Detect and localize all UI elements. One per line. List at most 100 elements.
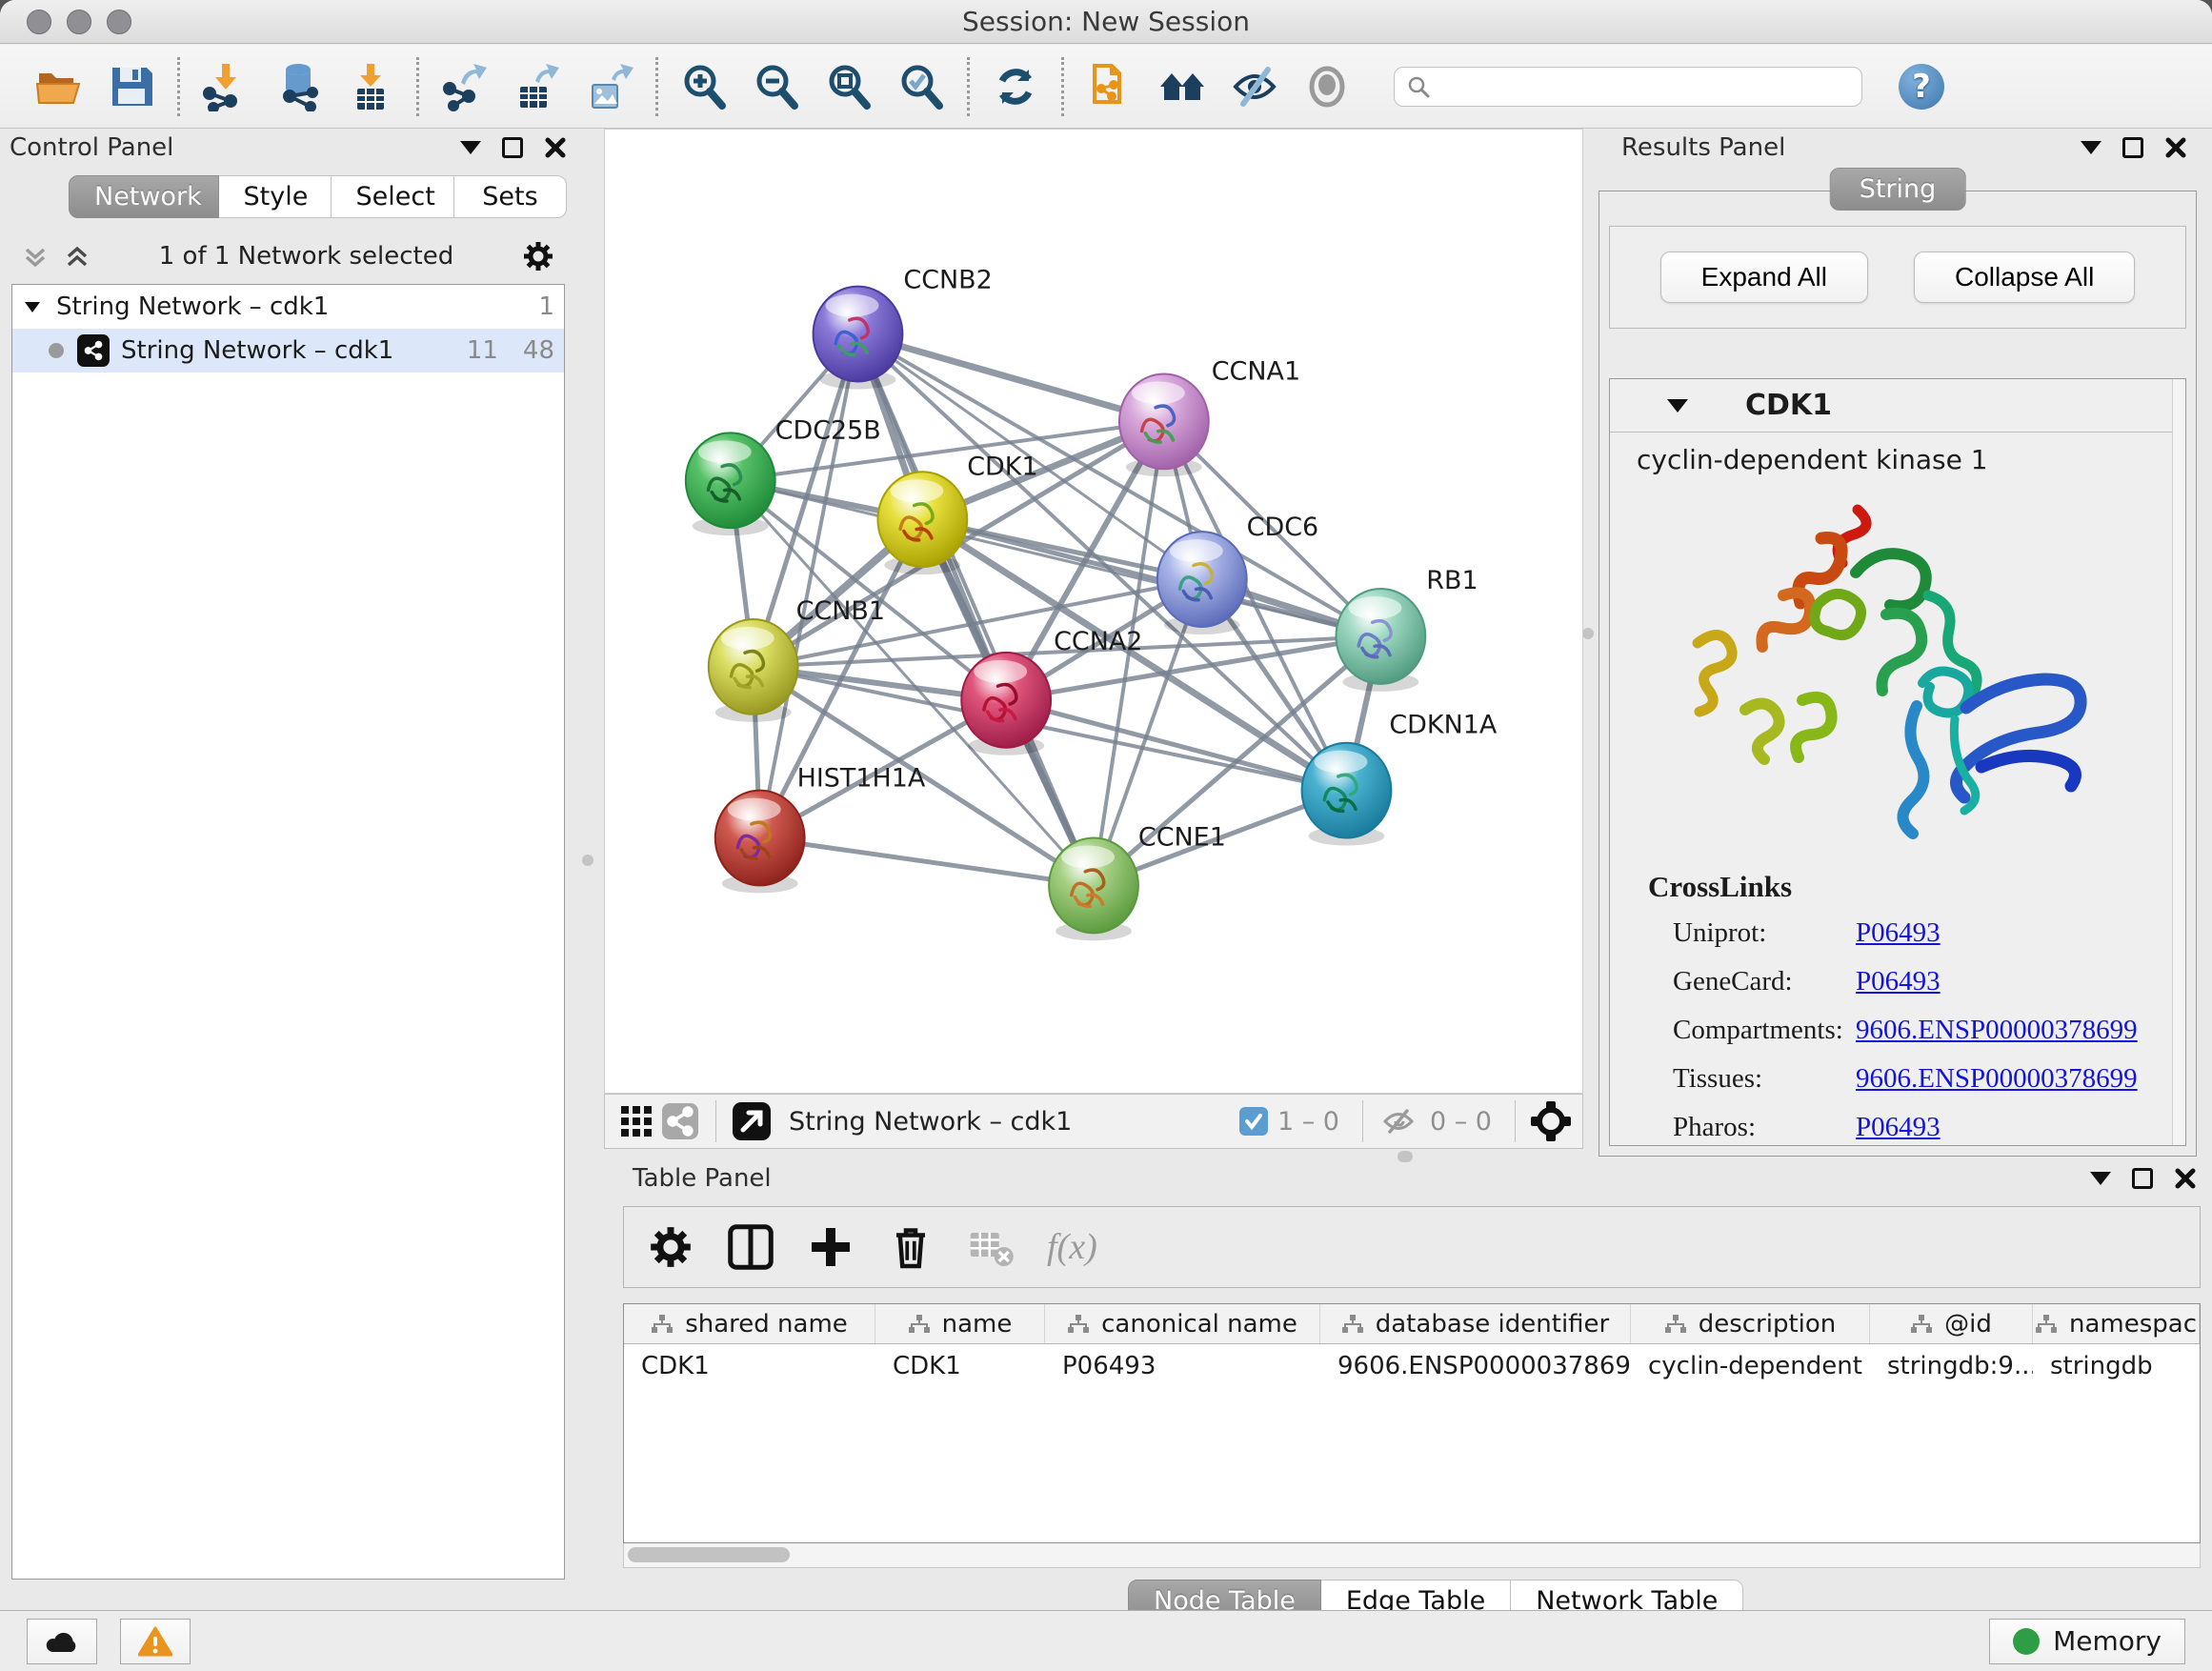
tab-select[interactable]: Select	[332, 175, 454, 218]
grid-view-icon[interactable]	[614, 1099, 658, 1143]
protein-structure-image	[1631, 481, 2164, 862]
hide-eye-icon[interactable]	[1228, 60, 1281, 113]
panel-float-icon[interactable]	[502, 137, 523, 158]
open-session-icon[interactable]	[32, 60, 86, 113]
network-share-icon[interactable]	[658, 1099, 702, 1143]
memory-button[interactable]: Memory	[1989, 1619, 2185, 1664]
expand-all-icon[interactable]	[63, 242, 91, 271]
maximize-window-button[interactable]	[107, 10, 131, 34]
show-columns-icon[interactable]	[727, 1223, 774, 1271]
collapse-section-icon[interactable]	[1667, 399, 1688, 413]
crosslink-value-link[interactable]: 9606.ENSP00000378699	[1856, 1063, 2138, 1095]
refresh-icon[interactable]	[989, 60, 1042, 113]
gene-section-header[interactable]: CDK1	[1610, 379, 2185, 433]
tab-network[interactable]: Network	[69, 175, 219, 218]
export-table-icon[interactable]	[511, 60, 564, 113]
results-scrollbar[interactable]	[2172, 379, 2185, 1145]
panel-float-icon[interactable]	[2122, 137, 2143, 158]
node-CCNB2[interactable]	[814, 287, 903, 390]
column-header-database-identifier[interactable]: database identifier	[1320, 1304, 1631, 1343]
column-header-namespac[interactable]: namespac	[2033, 1304, 2200, 1343]
table-panel-title: Table Panel	[633, 1164, 772, 1193]
panel-float-icon[interactable]	[2132, 1168, 2153, 1189]
show-eye-icon[interactable]	[1300, 60, 1354, 113]
network-row[interactable]: String Network – cdk1 11 48	[12, 329, 564, 372]
column-header-description[interactable]: description	[1631, 1304, 1870, 1343]
node-table[interactable]: shared namenamecanonical namedatabase id…	[623, 1303, 2201, 1543]
import-table-icon[interactable]	[344, 60, 397, 113]
import-database-icon[interactable]	[271, 60, 325, 113]
node-label-CCNA1: CCNA1	[1212, 356, 1300, 386]
help-icon[interactable]: ?	[1899, 64, 1944, 110]
selected-checkbox-icon[interactable]	[1239, 1107, 1268, 1136]
left-splitter-handle[interactable]	[582, 855, 593, 866]
function-builder-icon[interactable]: f(x)	[1047, 1226, 1097, 1268]
tab-sets[interactable]: Sets	[454, 175, 567, 218]
expand-all-button[interactable]: Expand All	[1660, 252, 1868, 303]
panel-menu-icon[interactable]	[460, 141, 481, 154]
zoom-out-icon[interactable]	[750, 60, 803, 113]
node-CDC6[interactable]	[1157, 532, 1247, 634]
crosslink-value-link[interactable]: 9606.ENSP00000378699	[1856, 1015, 2138, 1046]
column-header-canonical-name[interactable]: canonical name	[1045, 1304, 1320, 1343]
crosslink-value-link[interactable]: P06493	[1856, 966, 1941, 997]
crosslink-value-link[interactable]: P06493	[1856, 917, 1941, 949]
collection-expand-icon[interactable]	[22, 296, 43, 317]
zoom-in-icon[interactable]	[677, 60, 731, 113]
column-header-shared-name[interactable]: shared name	[624, 1304, 875, 1343]
title-bar: Session: New Session	[0, 0, 2212, 44]
table-settings-gear-icon[interactable]	[647, 1223, 694, 1271]
node-CDKN1A[interactable]	[1302, 743, 1392, 846]
home-icon[interactable]	[1156, 60, 1209, 113]
table-cell: P06493	[1045, 1344, 1320, 1388]
window-controls	[27, 10, 131, 34]
edge-HIST1H1A-CCNE1[interactable]	[760, 838, 1094, 886]
gear-icon[interactable]	[521, 239, 555, 273]
crosslink-value-link[interactable]: P06493	[1856, 1112, 1941, 1143]
import-network-icon[interactable]	[199, 60, 252, 113]
hidden-eye-icon[interactable]	[1377, 1099, 1420, 1143]
cloud-icon	[43, 1627, 81, 1656]
table-row[interactable]: CDK1CDK1P064939606.ENSP00000378699cyclin…	[624, 1344, 2200, 1388]
footer-separator	[1362, 1100, 1363, 1142]
panel-close-icon[interactable]	[544, 136, 567, 159]
minimize-window-button[interactable]	[67, 10, 91, 34]
close-window-button[interactable]	[27, 10, 51, 34]
network-collection-row[interactable]: String Network – cdk1 1	[12, 285, 564, 329]
export-image-icon[interactable]	[583, 60, 636, 113]
save-session-icon[interactable]	[105, 60, 158, 113]
network-current-dot	[49, 343, 64, 358]
delete-column-icon[interactable]	[887, 1223, 935, 1271]
panel-close-icon[interactable]	[2174, 1167, 2197, 1190]
search-box[interactable]	[1394, 67, 1862, 107]
node-CCNE1[interactable]	[1049, 838, 1138, 941]
node-CDC25B[interactable]	[686, 433, 775, 535]
tab-string[interactable]: String	[1830, 168, 1966, 211]
string-document-icon[interactable]	[1083, 60, 1136, 113]
export-network-icon[interactable]	[438, 60, 492, 113]
tab-style[interactable]: Style	[219, 175, 332, 218]
collapse-all-button[interactable]: Collapse All	[1914, 252, 2135, 303]
table-horizontal-scrollbar[interactable]	[623, 1543, 2201, 1568]
birds-eye-navigator-icon[interactable]	[1529, 1099, 1573, 1143]
panel-close-icon[interactable]	[2164, 136, 2187, 159]
collapse-all-icon[interactable]	[21, 242, 50, 271]
bottom-splitter-handle[interactable]	[1398, 1151, 1413, 1162]
open-in-window-icon[interactable]	[730, 1099, 774, 1143]
search-input[interactable]	[1440, 70, 1850, 102]
node-CCNA1[interactable]	[1119, 373, 1209, 476]
add-column-icon[interactable]	[807, 1223, 855, 1271]
node-CCNA2[interactable]	[961, 653, 1051, 755]
column-header-name[interactable]: name	[875, 1304, 1045, 1343]
node-HIST1H1A[interactable]	[715, 791, 805, 894]
delete-table-icon[interactable]	[967, 1223, 1015, 1271]
cloud-status-button[interactable]	[27, 1619, 97, 1664]
network-canvas[interactable]: CCNB2CCNA1CDC25BCDK1CDC6RB1CCNB1CCNA2CDK…	[604, 129, 1583, 1094]
panel-menu-icon[interactable]	[2081, 141, 2101, 154]
node-RB1[interactable]	[1336, 589, 1425, 692]
warnings-button[interactable]	[120, 1619, 191, 1664]
column-header--id[interactable]: @id	[1870, 1304, 2033, 1343]
zoom-selected-icon[interactable]	[895, 60, 948, 113]
zoom-fit-icon[interactable]	[822, 60, 875, 113]
panel-menu-icon[interactable]	[2090, 1172, 2111, 1185]
